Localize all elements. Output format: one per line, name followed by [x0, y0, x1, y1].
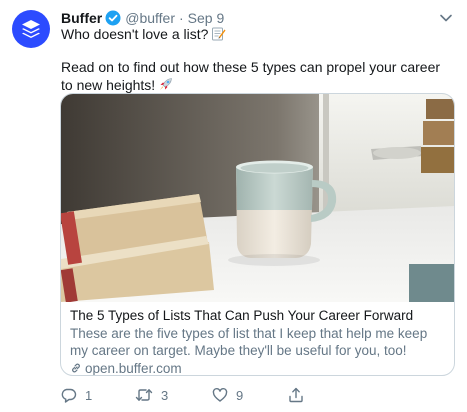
verified-badge-icon	[105, 10, 121, 26]
like-count: 9	[236, 387, 244, 403]
card-body: The 5 Types of Lists That Can Push Your …	[70, 307, 446, 376]
like-icon[interactable]	[212, 387, 228, 403]
retweet-icon[interactable]	[135, 387, 153, 403]
reply-count: 1	[85, 387, 93, 403]
author-name[interactable]: Buffer	[61, 10, 102, 26]
share-button[interactable]	[288, 386, 304, 404]
card-image[interactable]	[61, 94, 454, 302]
memo-emoji-icon	[211, 26, 226, 45]
card-description: These are the five types of list that I …	[70, 325, 428, 359]
tweet-text-line2: Read on to find out how these 5 types ca…	[61, 59, 441, 93]
link-icon	[72, 363, 80, 373]
card-title[interactable]: The 5 Types of Lists That Can Push Your …	[70, 307, 446, 325]
tweet-text: Who doesn't love a list? Read on to find…	[61, 25, 446, 96]
tweet[interactable]: Buffer @buffer · Sep 9 Who doesn't love …	[0, 0, 467, 412]
reply-icon[interactable]	[60, 387, 77, 403]
card-link[interactable]: open.buffer.com	[70, 360, 446, 376]
separator-dot: ·	[179, 10, 184, 26]
author-handle[interactable]: @buffer	[125, 10, 175, 26]
buffer-logo-icon[interactable]	[12, 10, 50, 48]
card-link-text[interactable]: open.buffer.com	[85, 360, 182, 376]
reply-button[interactable]: 1	[60, 386, 92, 404]
link-card[interactable]: The 5 Types of Lists That Can Push Your …	[60, 93, 455, 376]
tweet-text-line1: Who doesn't love a list?	[61, 26, 209, 42]
retweet-count: 3	[161, 387, 169, 403]
tweet-actions: 1 3 9	[60, 386, 320, 404]
timestamp[interactable]: Sep 9	[188, 10, 225, 26]
share-icon[interactable]	[288, 387, 304, 403]
retweet-button[interactable]: 3	[135, 386, 168, 404]
like-button[interactable]: 9	[212, 386, 243, 404]
